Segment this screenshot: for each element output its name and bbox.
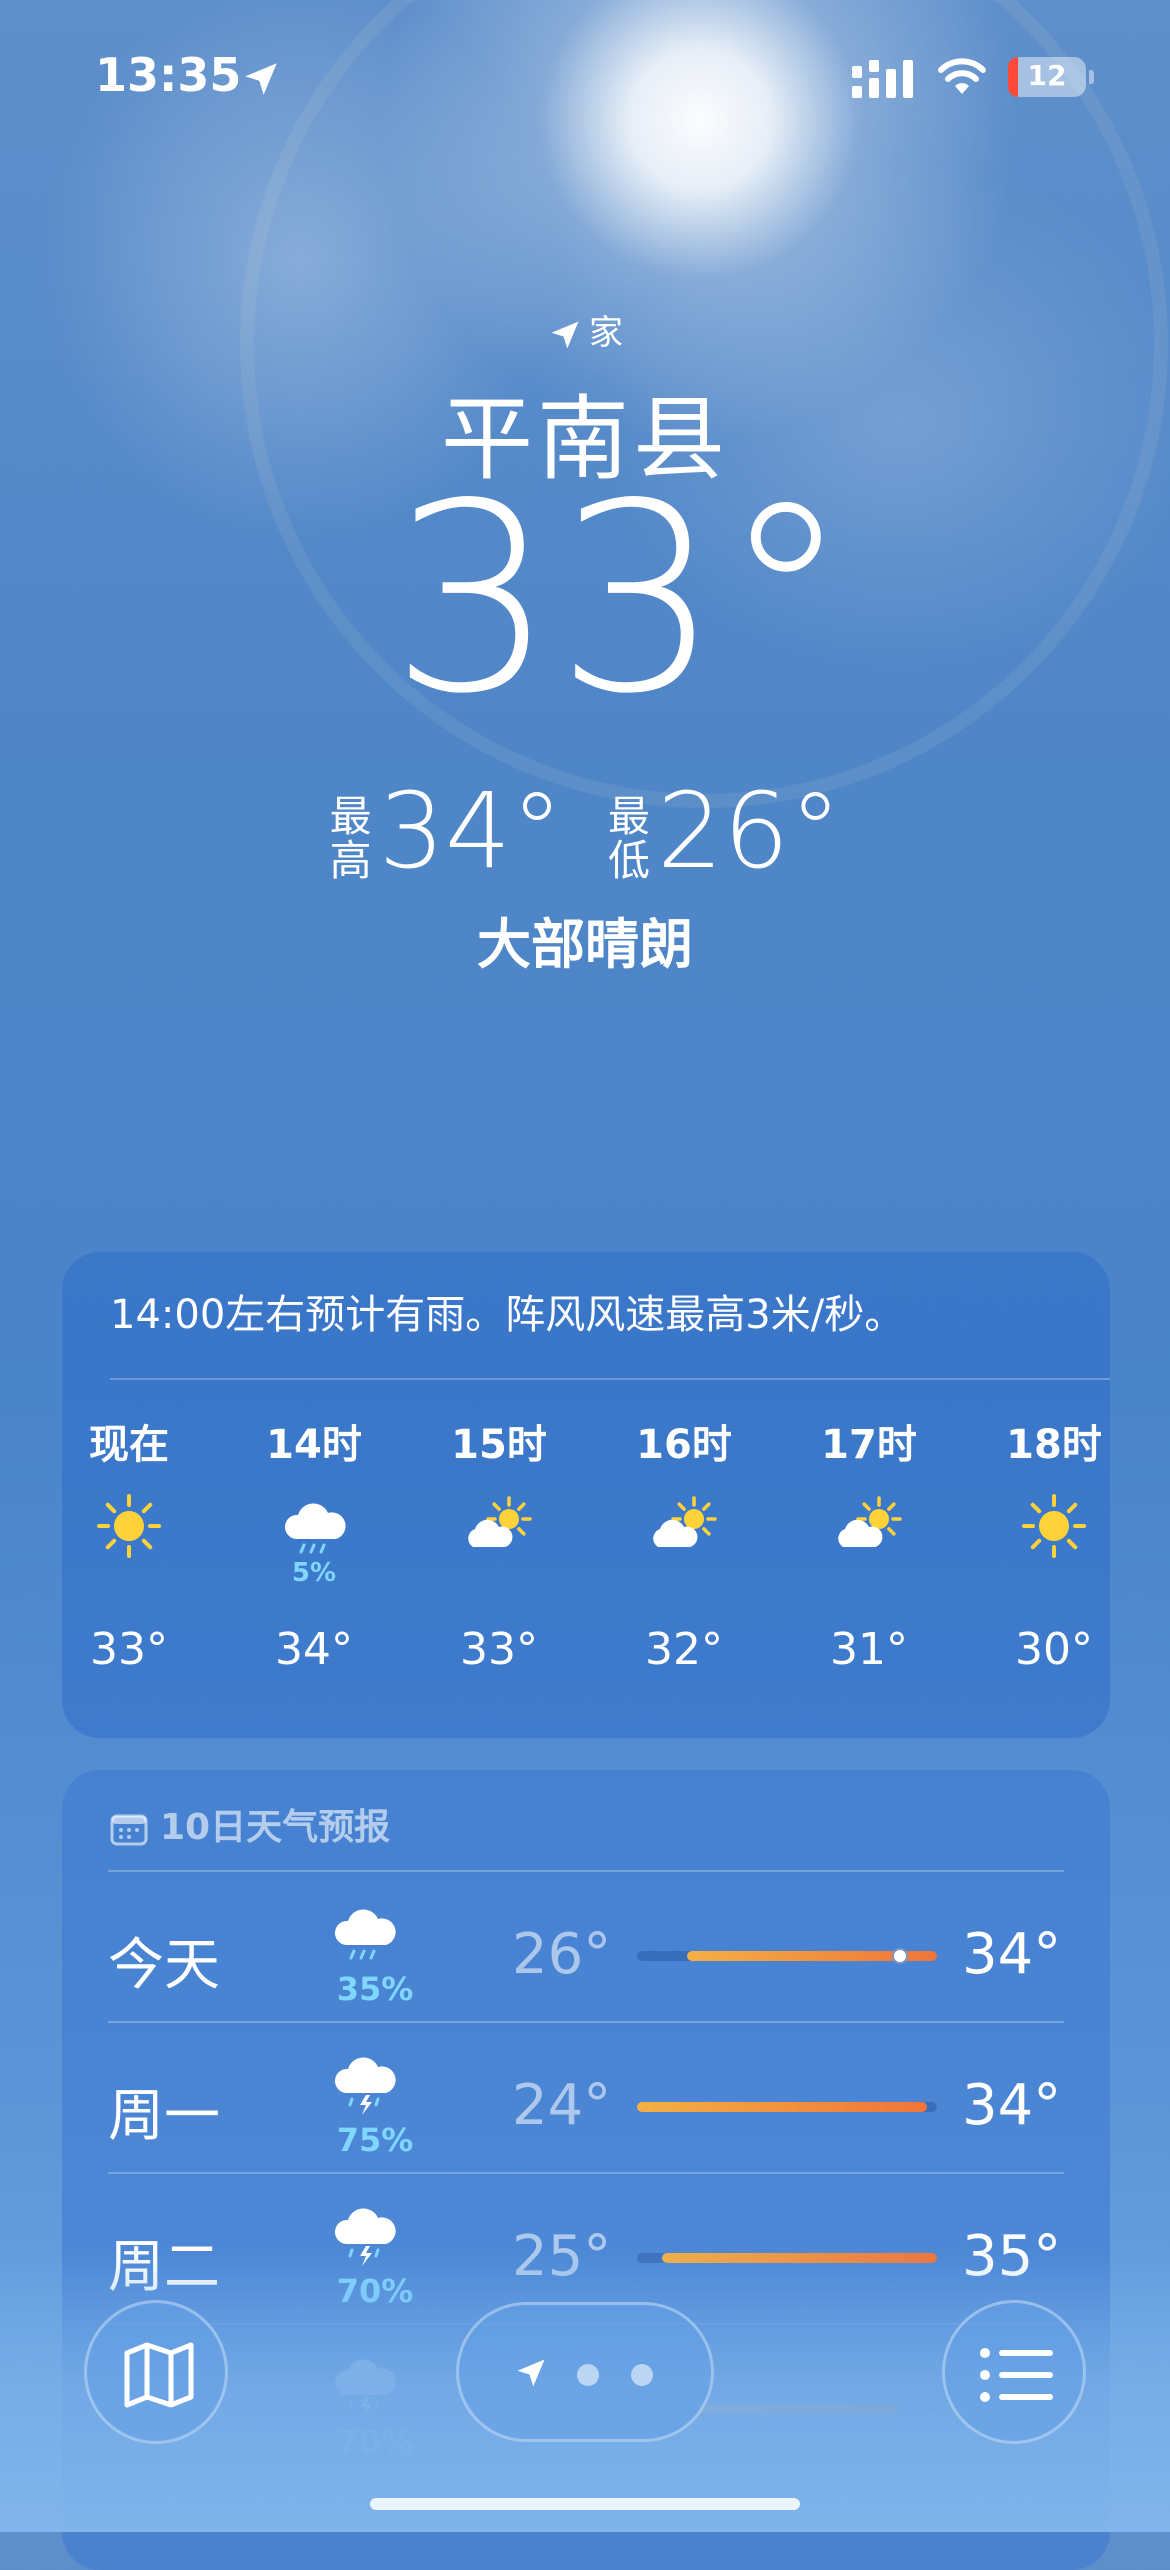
hour-label: 18时 (1006, 1422, 1102, 1468)
forecast-summary: 14:00左右预计有雨。阵风风速最高3米/秒。 (110, 1292, 905, 1338)
low-temperature: 26° (512, 1922, 612, 1987)
ten-day-header: 10日天气预报 (110, 1798, 390, 1850)
high-label: 最高 (329, 791, 372, 885)
hour-temperature: 33° (90, 1624, 168, 1675)
wifi-icon (938, 58, 986, 94)
battery-tip (1089, 70, 1094, 84)
hourly-item: 现在 33° (64, 1412, 194, 1675)
hour-icon-wrap (64, 1472, 194, 1592)
range-fill (637, 2102, 927, 2112)
precip-chance: 5% (291, 1558, 337, 1588)
weather-condition: 大部晴朗 (477, 913, 693, 976)
list-icon (980, 2348, 1053, 2402)
high-temperature: 34° (962, 2073, 1062, 2138)
hour-temperature: 30° (1015, 1624, 1093, 1675)
hour-icon-wrap (619, 1472, 749, 1592)
ten-day-title: 10日天气预报 (160, 1807, 391, 1848)
current-temp-dot (892, 1948, 908, 1964)
battery-level: 12 (1027, 59, 1067, 92)
temperature-range-bar (637, 1948, 937, 1964)
divider (108, 1870, 1064, 1872)
battery-indicator: 12 (1008, 57, 1086, 97)
high-low-temperature: 最高34° 最低26° (0, 770, 1170, 892)
low-temperature: 26° (657, 770, 842, 892)
hourly-forecast-card[interactable]: 14:00左右预计有雨。阵风风速最高3米/秒。 现在 33° 14时 5% 34°… (62, 1252, 1110, 1738)
hourly-item: 15时 33° (434, 1412, 564, 1675)
daily-row[interactable]: 今天 35% 26° 34° (62, 1870, 1110, 2020)
divider (108, 2021, 1064, 2023)
location-tag: 家 (0, 305, 1170, 354)
hourly-item: 16时 32° (619, 1412, 749, 1675)
hour-icon-wrap: 5% (249, 1472, 379, 1592)
hour-label: 14时 (266, 1422, 362, 1468)
page-dot[interactable] (631, 2364, 653, 2386)
location-pager[interactable] (456, 2302, 714, 2442)
low-temperature: 24° (512, 2073, 612, 2138)
hour-icon-wrap (989, 1472, 1110, 1592)
thunderstorm-icon (330, 2049, 420, 2119)
hour-temperature: 32° (645, 1624, 723, 1675)
map-icon (124, 2342, 194, 2408)
hour-icon-wrap (434, 1472, 564, 1592)
divider (108, 2172, 1064, 2174)
temperature-range-bar (637, 2102, 937, 2112)
hour-label: 17时 (821, 1422, 917, 1468)
hour-icon-wrap (804, 1472, 934, 1592)
high-temperature: 34° (378, 770, 563, 892)
hourly-item: 17时 31° (804, 1412, 934, 1675)
day-label: 周一 (108, 2084, 220, 2149)
page-dot[interactable] (577, 2364, 599, 2386)
hourly-item: 14时 5% 34° (249, 1412, 379, 1675)
divider (110, 1378, 1110, 1380)
home-indicator (370, 2498, 800, 2510)
rain-cloud-icon (330, 1898, 420, 1968)
precip-chance: 75% (336, 2121, 414, 2159)
day-label: 今天 (108, 1933, 220, 1998)
hour-temperature: 34° (275, 1624, 353, 1675)
precip-chance: 35% (336, 1970, 414, 2008)
status-bar: 13:35 12 (0, 0, 1170, 150)
cellular-signal-icon (852, 60, 913, 98)
hourly-scroll-row[interactable]: 现在 33° 14时 5% 34° 15时 33° 16时 32° 17时 31… (62, 1412, 1110, 1712)
current-location-dot-icon (517, 2359, 545, 2387)
hourly-item: 18时 30° (989, 1412, 1110, 1675)
hour-temperature: 33° (460, 1624, 538, 1675)
location-arrow-icon (245, 63, 277, 95)
location-list-button[interactable] (942, 2300, 1086, 2444)
current-temperature: 33° (390, 449, 851, 751)
location-tag-label: 家 (589, 313, 623, 353)
calendar-icon (110, 1814, 148, 1846)
hour-label: 16时 (636, 1422, 732, 1468)
hour-label: 现在 (89, 1422, 169, 1468)
location-arrow-icon (551, 321, 579, 348)
daily-row[interactable]: 周一 75% 24° 34° (62, 2021, 1110, 2171)
high-temperature: 34° (962, 1922, 1062, 1987)
status-time: 13:35 (95, 48, 242, 102)
hour-label: 15时 (451, 1422, 547, 1468)
low-label: 最低 (607, 791, 650, 885)
map-button[interactable] (84, 2300, 228, 2444)
hour-temperature: 31° (830, 1624, 908, 1675)
